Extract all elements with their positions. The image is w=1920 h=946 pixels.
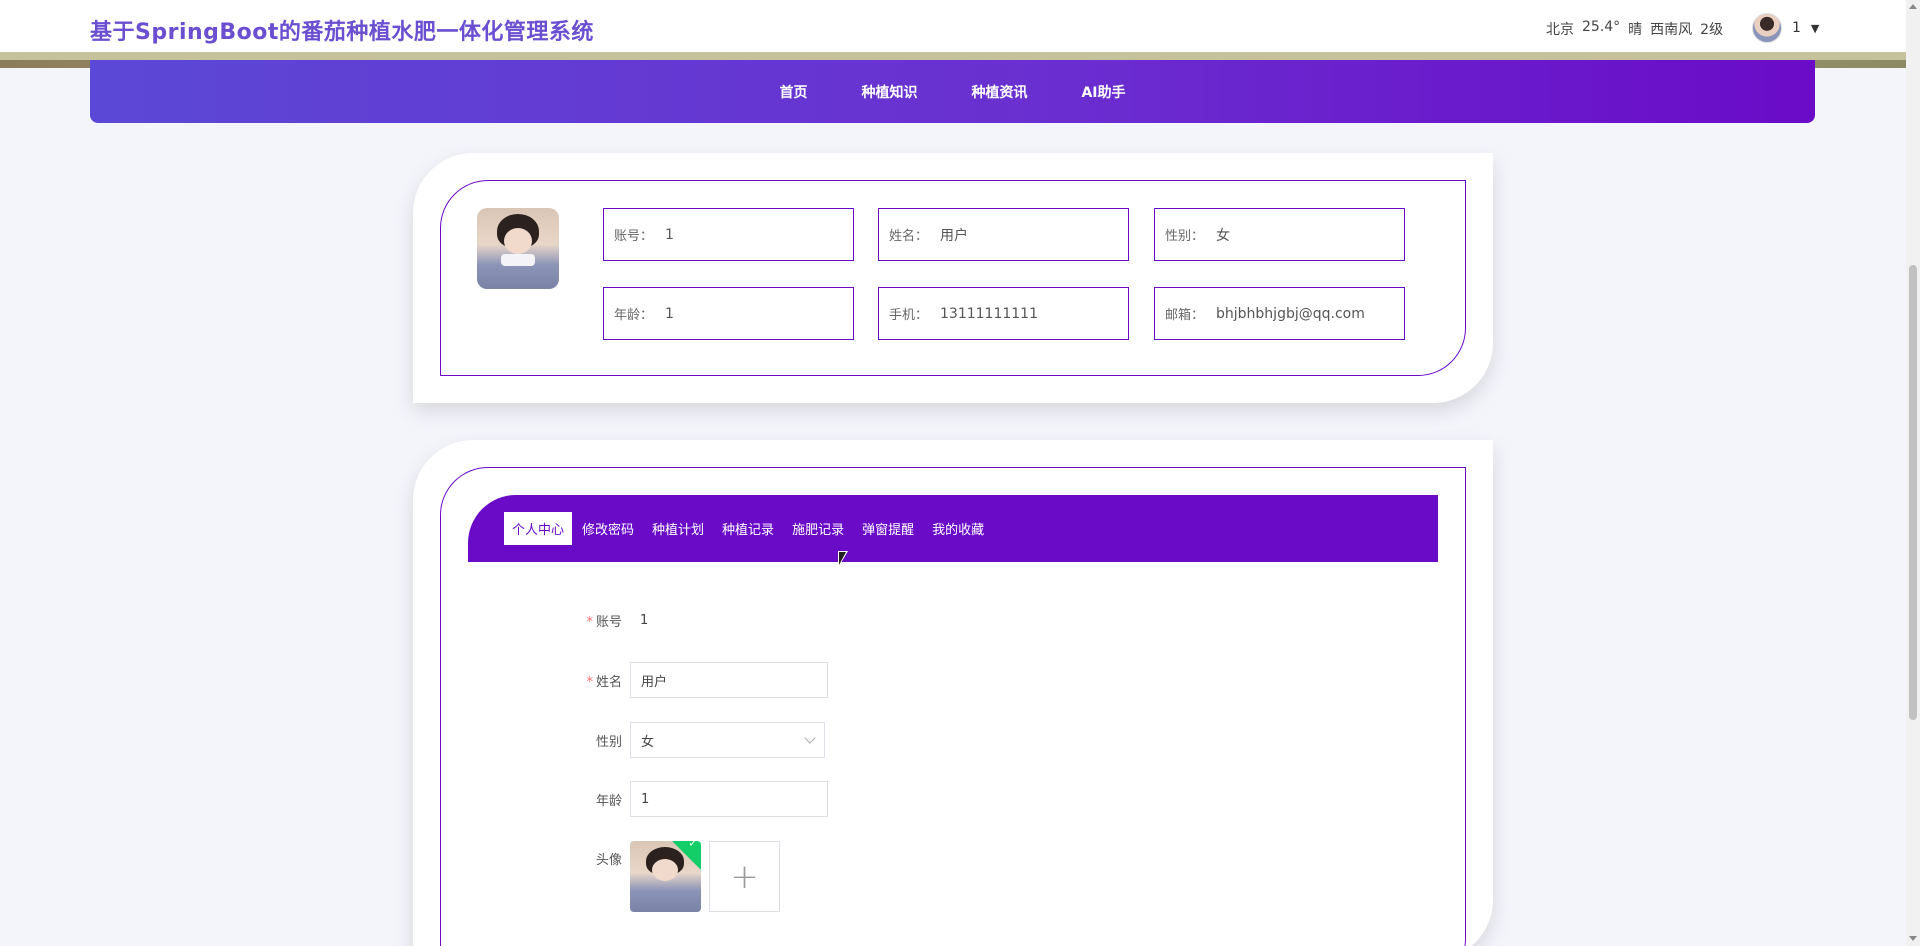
- weather-condition: 晴: [1628, 22, 1643, 38]
- info-gender-value: 女: [1216, 227, 1231, 244]
- avatar-label: 头像: [595, 853, 622, 868]
- caret-down-icon[interactable]: ▼: [1811, 22, 1819, 35]
- user-center-tabs: 个人中心 修改密码 种植计划 种植记录 施肥记录 弹窗提醒 我的收藏: [468, 495, 1438, 562]
- form-row-account: * 账号 1: [550, 611, 648, 630]
- form-row-avatar: 头像 ✓ +: [550, 841, 780, 912]
- info-account: 账号： 1: [603, 208, 854, 261]
- nav-item-knowledge[interactable]: 种植知识: [834, 82, 944, 102]
- age-label: 年龄: [595, 793, 622, 809]
- weather-wind: 西南风: [1650, 22, 1693, 38]
- info-gender: 性别： 女: [1154, 208, 1405, 261]
- avatar[interactable]: [1752, 13, 1782, 43]
- info-account-label: 账号：: [614, 229, 654, 244]
- gender-select[interactable]: 女: [630, 722, 825, 758]
- user-menu[interactable]: 1 ▼: [1752, 13, 1819, 43]
- info-phone-value: 13111111111: [940, 305, 1038, 322]
- profile-summary-card: [413, 153, 1493, 403]
- info-name-value: 用户: [940, 227, 969, 244]
- form-row-age: 年龄: [550, 781, 828, 817]
- required-mark: *: [586, 674, 593, 690]
- plus-icon[interactable]: +: [709, 841, 780, 912]
- weather-temperature: 25.4°: [1582, 19, 1621, 35]
- scrollbar-thumb[interactable]: [1909, 265, 1917, 720]
- mouse-cursor-icon: [838, 551, 848, 568]
- tab-change-password[interactable]: 修改密码: [574, 512, 642, 545]
- site-title: 基于SpringBoot的番茄种植水肥一体化管理系统: [90, 20, 594, 45]
- avatar-upload-preview[interactable]: ✓: [630, 841, 701, 912]
- scroll-up-icon[interactable]: [1909, 4, 1917, 9]
- info-name-label: 姓名：: [889, 229, 929, 244]
- user-name[interactable]: 1: [1792, 20, 1801, 36]
- info-age: 年龄： 1: [603, 287, 854, 340]
- info-account-value: 1: [665, 226, 674, 243]
- account-label: 账号: [595, 615, 622, 630]
- form-row-name: * 姓名: [550, 662, 828, 698]
- form-row-gender: 性别 女: [550, 722, 825, 758]
- info-gender-label: 性别：: [1165, 229, 1205, 244]
- info-email: 邮箱： bhjbhbhjgbj@qq.com: [1154, 287, 1405, 340]
- nav-item-news[interactable]: 种植资讯: [944, 82, 1054, 102]
- tab-personal-center[interactable]: 个人中心: [504, 512, 573, 545]
- info-name: 姓名： 用户: [878, 208, 1129, 261]
- main-nav: 首页 种植知识 种植资讯 AI助手: [90, 60, 1815, 123]
- info-age-value: 1: [665, 305, 674, 322]
- scroll-down-icon[interactable]: [1909, 936, 1917, 941]
- info-email-value: bhjbhbhjgbj@qq.com: [1216, 305, 1365, 322]
- weather-info: 北京 25.4° 晴 西南风 2级: [1546, 19, 1723, 39]
- account-value: 1: [640, 613, 649, 628]
- tab-planting-record[interactable]: 种植记录: [714, 512, 782, 545]
- required-mark: *: [586, 615, 593, 630]
- info-phone: 手机： 13111111111: [878, 287, 1129, 340]
- info-email-label: 邮箱：: [1165, 308, 1205, 323]
- info-phone-label: 手机：: [889, 308, 929, 323]
- tab-fertilizer-record[interactable]: 施肥记录: [784, 512, 852, 545]
- profile-photo: [477, 208, 559, 289]
- nav-item-home[interactable]: 首页: [752, 82, 834, 102]
- gender-label: 性别: [595, 734, 622, 750]
- page-scrollbar[interactable]: [1906, 0, 1920, 946]
- name-label: 姓名: [595, 674, 622, 690]
- chevron-down-icon: [804, 732, 816, 744]
- tab-popup-reminder[interactable]: 弹窗提醒: [854, 512, 922, 545]
- top-header: 基于SpringBoot的番茄种植水肥一体化管理系统 北京 25.4° 晴 西南…: [0, 0, 1906, 68]
- gender-selected-value: 女: [641, 734, 655, 750]
- nav-item-ai-assistant[interactable]: AI助手: [1054, 82, 1152, 102]
- info-age-label: 年龄：: [614, 308, 654, 323]
- tab-my-favorites[interactable]: 我的收藏: [924, 512, 992, 545]
- weather-wind-level: 2级: [1700, 22, 1724, 38]
- weather-city: 北京: [1546, 22, 1574, 38]
- name-input[interactable]: [630, 662, 828, 698]
- tab-planting-plan[interactable]: 种植计划: [644, 512, 712, 545]
- age-input[interactable]: [630, 781, 828, 817]
